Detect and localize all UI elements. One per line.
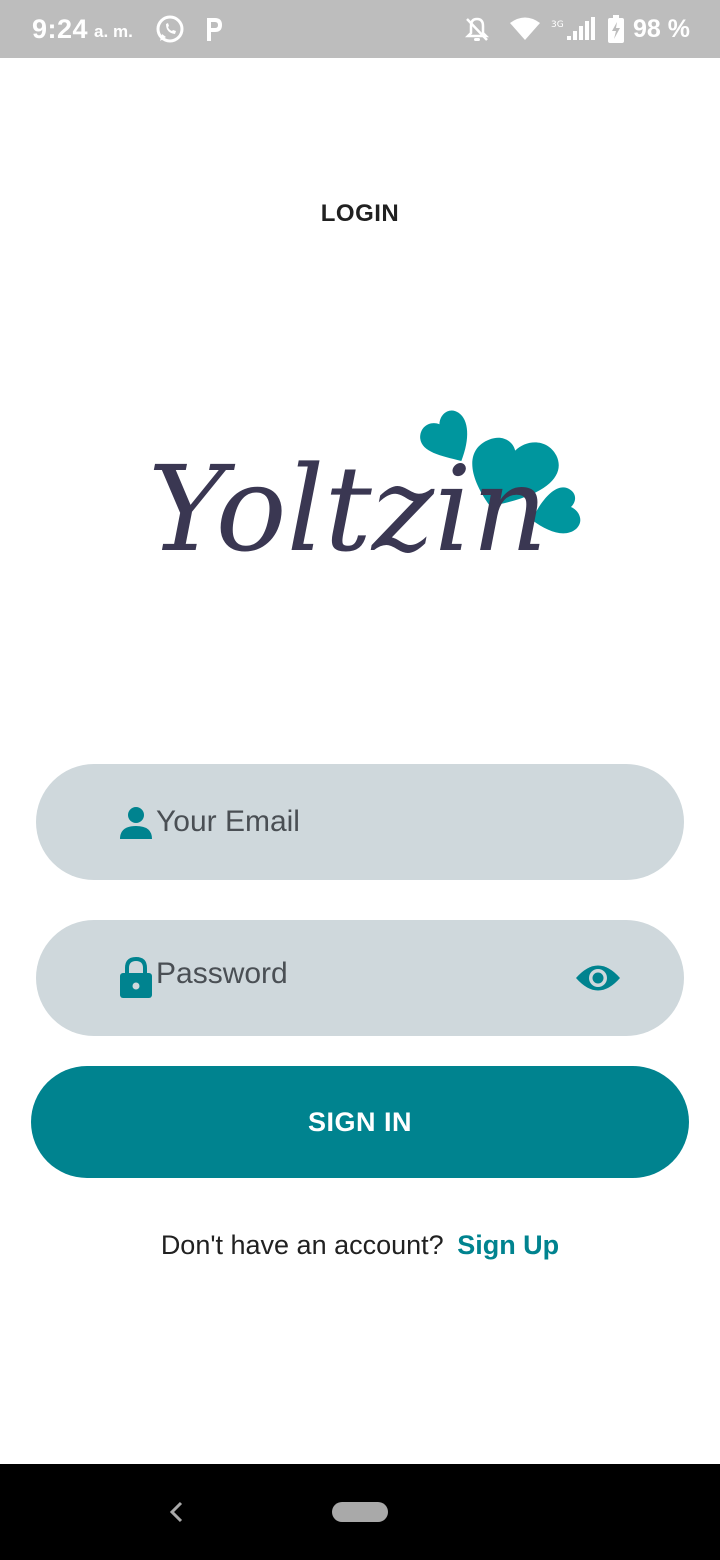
parking-app-icon: [203, 15, 225, 43]
page-title: LOGIN: [320, 200, 400, 227]
battery-percentage: 98 %: [633, 14, 690, 43]
person-icon: [116, 802, 156, 842]
signup-prompt-text: Don't have an account?: [160, 1230, 444, 1260]
sign-in-button[interactable]: SIGN IN: [31, 1066, 689, 1178]
sign-up-link[interactable]: Sign Up: [457, 1230, 559, 1260]
email-input[interactable]: [156, 764, 576, 880]
status-left: 9:24 a. m.: [32, 14, 225, 45]
login-screen: 9:24 a. m. 3G 98 % LOGIN Yoltzin Your Em…: [0, 0, 720, 1560]
status-right: 3G 98 %: [463, 15, 690, 44]
eye-icon[interactable]: [574, 954, 622, 1002]
password-field-container[interactable]: [36, 916, 684, 1036]
wifi-icon: [509, 16, 541, 42]
status-time: 9:24: [32, 13, 89, 44]
svg-text:3G: 3G: [551, 20, 564, 30]
battery-charging-icon: [607, 15, 625, 43]
password-input[interactable]: [156, 916, 576, 1032]
home-pill-button[interactable]: [332, 1502, 388, 1522]
signal-3g-icon: 3G: [551, 16, 597, 42]
lock-icon: [116, 957, 156, 998]
navigation-bar: [0, 1464, 720, 1560]
status-bar: 9:24 a. m. 3G 98 %: [0, 0, 720, 58]
signup-prompt: Don't have an account? Sign Up: [0, 1230, 720, 1261]
logo-wordmark: Yoltzin: [148, 440, 548, 578]
status-ampm: a. m.: [94, 22, 133, 41]
app-logo: Yoltzin: [130, 380, 600, 600]
email-field-container[interactable]: [36, 764, 684, 880]
whatsapp-icon: [155, 14, 185, 44]
notifications-off-icon: [463, 15, 491, 43]
back-icon[interactable]: [160, 1496, 192, 1528]
